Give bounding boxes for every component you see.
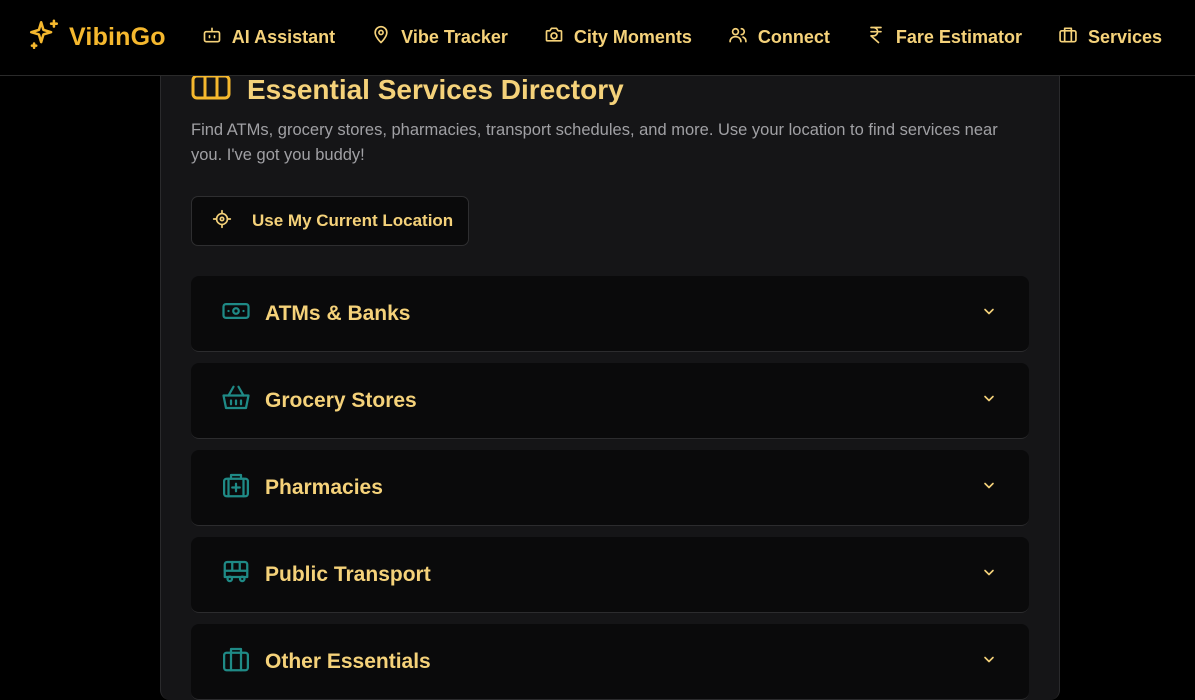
category-label: Grocery Stores (265, 388, 417, 412)
medical-kit-icon (221, 470, 251, 505)
brand-logo[interactable]: VibinGo (27, 18, 166, 57)
category-atms-banks[interactable]: ATMs & Banks (191, 276, 1029, 352)
columns-icon (191, 72, 231, 107)
nav-item-label: Vibe Tracker (401, 27, 508, 47)
map-pin-icon (371, 25, 391, 50)
nav-item-services[interactable]: Services (1058, 25, 1162, 50)
top-navbar: VibinGo AI Assistant Vibe Tracker City M… (0, 0, 1195, 76)
users-icon (728, 25, 748, 50)
nav-item-vibe-tracker[interactable]: Vibe Tracker (371, 25, 508, 50)
nav-item-label: Services (1087, 27, 1163, 47)
page-description: Find ATMs, grocery stores, pharmacies, t… (191, 121, 998, 164)
briefcase-icon (1058, 25, 1078, 50)
chevron-down-icon[interactable] (981, 651, 997, 672)
chevron-down-icon[interactable] (981, 477, 997, 498)
rupee-icon (866, 25, 886, 50)
nav-item-ai-assistant[interactable]: AI Assistant (202, 25, 335, 50)
nav-item-label: Fare Estimator (895, 27, 1022, 47)
chevron-down-icon[interactable] (981, 303, 997, 324)
use-location-label: Use My Current Location (252, 211, 454, 230)
banknote-icon (221, 296, 251, 331)
nav-item-label: AI Assistant (231, 27, 336, 47)
robot-icon (202, 25, 222, 50)
shopping-basket-icon (221, 383, 251, 418)
category-other-essentials[interactable]: Other Essentials (191, 624, 1029, 700)
category-pharmacies[interactable]: Pharmacies (191, 450, 1029, 526)
category-label: ATMs & Banks (265, 301, 411, 325)
category-label: Other Essentials (265, 649, 431, 673)
nav-item-label: City Moments (573, 27, 692, 47)
chevron-down-icon[interactable] (981, 564, 997, 585)
category-grocery-stores[interactable]: Grocery Stores (191, 363, 1029, 439)
bus-icon (221, 557, 251, 592)
nav-item-label: Connect (757, 27, 830, 47)
category-label: Pharmacies (265, 475, 383, 499)
page-heading: Essential Services Directory (191, 72, 624, 107)
camera-icon (544, 25, 564, 50)
page-title: Essential Services Directory (247, 73, 624, 105)
use-location-button[interactable]: Use My Current Location (191, 196, 469, 246)
nav-item-connect[interactable]: Connect (728, 25, 830, 50)
category-public-transport[interactable]: Public Transport (191, 537, 1029, 613)
brand-name: VibinGo (69, 23, 166, 51)
locate-icon (212, 209, 232, 234)
sparkles-icon (27, 18, 61, 57)
nav-item-fare-estimator[interactable]: Fare Estimator (866, 25, 1022, 50)
chevron-down-icon[interactable] (981, 390, 997, 411)
briefcase-icon (221, 644, 251, 679)
category-label: Public Transport (265, 562, 431, 586)
nav-item-city-moments[interactable]: City Moments (544, 25, 692, 50)
